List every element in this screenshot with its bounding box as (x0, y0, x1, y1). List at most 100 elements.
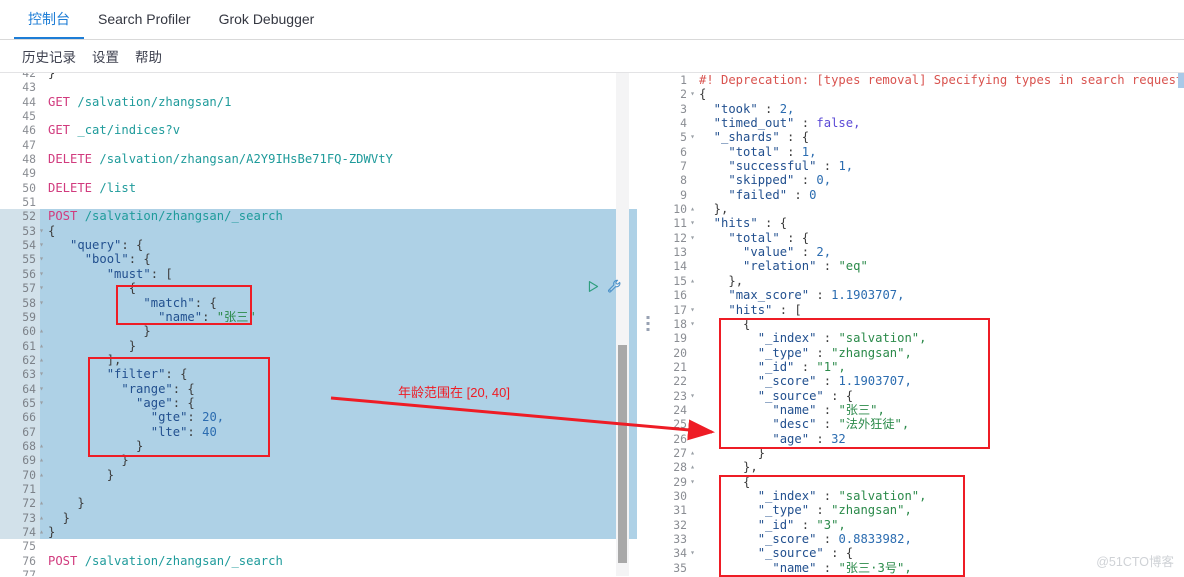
code-line[interactable]: 36 "desc" : "法外狂徒", (659, 575, 1184, 576)
code-line[interactable]: 43 (0, 80, 637, 94)
code-line[interactable]: 29 ▾ { (659, 475, 1184, 489)
code-line[interactable]: 64 ▾ "range": { (0, 381, 637, 396)
response-editor-pane[interactable]: 1 #! Deprecation: [types removal] Specify… (659, 73, 1184, 576)
code-line[interactable]: 58 ▾ "match": { (0, 295, 637, 310)
code-line[interactable]: 71 (0, 481, 637, 497)
code-line[interactable]: 75 (0, 539, 637, 553)
code-line[interactable]: 20 "_type" : "zhangsan", (659, 346, 1184, 360)
line-number: 65 ▾ (0, 395, 44, 411)
code-line[interactable]: 69 ▴ } (0, 453, 637, 468)
code-line[interactable]: 22 "_score" : 1.1903707, (659, 374, 1184, 388)
code-line[interactable]: 70 ▴ } (0, 467, 637, 482)
code-line[interactable]: 31 "_type" : "zhangsan", (659, 503, 1184, 517)
code-line[interactable]: 61 ▴ } (0, 338, 637, 353)
code-line[interactable]: 52 POST /salvation/zhangsan/_search (0, 209, 637, 224)
code-line[interactable]: 53 ▾ { (0, 223, 637, 239)
play-icon[interactable] (587, 280, 600, 293)
code-line[interactable]: 18 ▾ { (659, 317, 1184, 331)
code-line[interactable]: 51 (0, 195, 637, 209)
code-line-text (40, 109, 637, 123)
code-line[interactable]: 45 (0, 109, 637, 123)
code-line[interactable]: 66 "gte": 20, (0, 410, 637, 425)
code-line[interactable]: 65 ▾ "age": { (0, 395, 637, 411)
tab-console[interactable]: 控制台 (14, 0, 84, 39)
code-line[interactable]: 9 "failed" : 0 (659, 188, 1184, 202)
code-line[interactable]: 11 ▾ "hits" : { (659, 216, 1184, 230)
code-line[interactable]: 25 "desc" : "法外狂徒", (659, 417, 1184, 431)
code-line[interactable]: 32 "_id" : "3", (659, 518, 1184, 532)
code-line[interactable]: 57 ▾ { (0, 281, 637, 296)
code-line-text: POST /salvation/zhangsan/_search (48, 209, 283, 224)
code-line[interactable]: 56 ▾ "must": [ (0, 266, 637, 282)
code-line[interactable]: 76 POST /salvation/zhangsan/_search (0, 554, 637, 568)
request-editor-scrollbar[interactable] (618, 345, 627, 563)
code-line[interactable]: 7 "successful" : 1, (659, 159, 1184, 173)
tab-grok-debugger[interactable]: Grok Debugger (205, 0, 329, 39)
code-line[interactable]: 33 "_score" : 0.8833982, (659, 532, 1184, 546)
line-number: 20 (673, 345, 687, 360)
line-number: 47 (22, 137, 36, 152)
line-number: 12 ▾ (673, 230, 695, 245)
code-line[interactable]: 63 ▾ "filter": { (0, 367, 637, 382)
line-number: 44 (22, 94, 36, 109)
code-line[interactable]: 13 "value" : 2, (659, 245, 1184, 259)
code-line[interactable]: 77 (0, 568, 637, 576)
code-line[interactable]: 30 "_index" : "salvation", (659, 489, 1184, 503)
code-line[interactable]: 72 ▴ } (0, 496, 637, 511)
wrench-icon[interactable] (607, 279, 621, 293)
code-line[interactable]: 54 ▾ "query": { (0, 238, 637, 253)
code-line[interactable]: 24 "name" : "张三", (659, 403, 1184, 417)
code-line[interactable]: 67 "lte": 40 (0, 424, 637, 439)
code-line[interactable]: 27 ▴ } (659, 446, 1184, 460)
code-line[interactable]: 15 ▴ }, (659, 274, 1184, 288)
line-number: 55 ▾ (0, 252, 44, 267)
code-line[interactable]: 14 "relation" : "eq" (659, 259, 1184, 273)
code-line[interactable]: 5 ▾ "_shards" : { (659, 130, 1184, 144)
drag-handle-icon[interactable] (646, 316, 650, 331)
code-line-text: "_id" : "3", (713, 517, 846, 532)
code-line[interactable]: 48 DELETE /salvation/zhangsan/A2Y9IHsBe71… (0, 152, 637, 166)
code-line[interactable]: 1 #! Deprecation: [types removal] Specify… (659, 73, 1184, 87)
code-line[interactable]: 74 ▴} (0, 525, 637, 540)
code-line[interactable]: 26 "age" : 32 (659, 432, 1184, 446)
code-line[interactable]: 46 GET _cat/indices?v (0, 123, 637, 137)
code-line[interactable]: 49 (0, 166, 637, 180)
code-line[interactable]: 47 (0, 138, 637, 152)
menu-item-history[interactable]: 历史记录 (14, 46, 84, 66)
code-line[interactable]: 55 ▾ "bool": { (0, 252, 637, 267)
menu-item-settings[interactable]: 设置 (84, 46, 127, 66)
code-line-text: DELETE /salvation/zhangsan/A2Y9IHsBe71FQ… (48, 152, 393, 167)
code-line[interactable]: 60 ▴ } (0, 324, 637, 339)
tab-search-profiler[interactable]: Search Profiler (84, 0, 205, 39)
pane-splitter[interactable] (637, 73, 659, 576)
code-line[interactable]: 19 "_index" : "salvation", (659, 331, 1184, 345)
code-line[interactable]: 12 ▾ "total" : { (659, 231, 1184, 245)
code-line[interactable]: 68 ▴ } (0, 438, 637, 454)
request-editor-code[interactable]: 42} 43 44 GET /salvation/zhangsan/1 45 46 GE… (0, 73, 637, 576)
line-number: 13 (673, 245, 687, 260)
code-line[interactable]: 62 ▴ ], (0, 352, 637, 368)
code-line[interactable]: 50 DELETE /list (0, 181, 637, 195)
code-line[interactable]: 28 ▴ }, (659, 460, 1184, 474)
menu-item-help[interactable]: 帮助 (127, 46, 170, 66)
line-number: 30 (673, 488, 687, 503)
code-line[interactable]: 59 "name": "张三" (0, 309, 637, 325)
code-line[interactable]: 42} (0, 73, 637, 80)
code-line[interactable]: 10 ▴ }, (659, 202, 1184, 216)
code-line[interactable]: 16 "max_score" : 1.1903707, (659, 288, 1184, 302)
code-line[interactable]: 17 ▾ "hits" : [ (659, 303, 1184, 317)
code-line[interactable]: 6 "total" : 1, (659, 145, 1184, 159)
request-editor-pane[interactable]: 42} 43 44 GET /salvation/zhangsan/1 45 46 GE… (0, 73, 637, 576)
code-line[interactable]: 73 ▴ } (0, 510, 637, 525)
code-line[interactable]: 8 "skipped" : 0, (659, 173, 1184, 187)
code-line[interactable]: 2 ▾ { (659, 87, 1184, 101)
annotation-age-range-label: 年龄范围在 [20, 40] (398, 385, 510, 400)
code-line[interactable]: 44 GET /salvation/zhangsan/1 (0, 95, 637, 109)
code-line[interactable]: 23 ▾ "_source" : { (659, 389, 1184, 403)
code-line[interactable]: 4 "timed_out" : false, (659, 116, 1184, 130)
line-number: 36 (659, 575, 691, 576)
response-editor-code[interactable]: 1 #! Deprecation: [types removal] Specify… (659, 73, 1184, 576)
code-line[interactable]: 3 "took" : 2, (659, 102, 1184, 116)
code-line[interactable]: 21 "_id" : "1", (659, 360, 1184, 374)
code-line-text: "relation" : "eq" (713, 259, 868, 274)
